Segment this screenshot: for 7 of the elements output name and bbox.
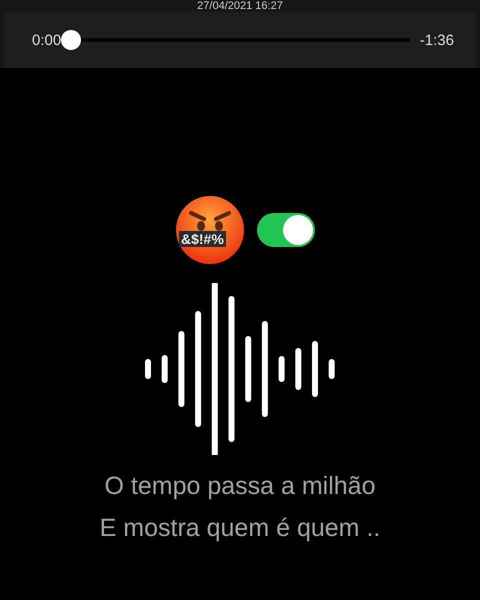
elapsed-time: 0:00 — [32, 32, 62, 48]
lyric-line: E mostra quem é quem .. — [98, 513, 382, 544]
toggle-switch[interactable] — [257, 213, 315, 247]
recording-date: 27/04/2021 16:27 — [196, 0, 284, 12]
remaining-time: -1:36 — [420, 32, 454, 48]
symbols-text: &$!#% — [179, 231, 226, 247]
lyric-line: O tempo passa a milhão — [104, 471, 376, 502]
